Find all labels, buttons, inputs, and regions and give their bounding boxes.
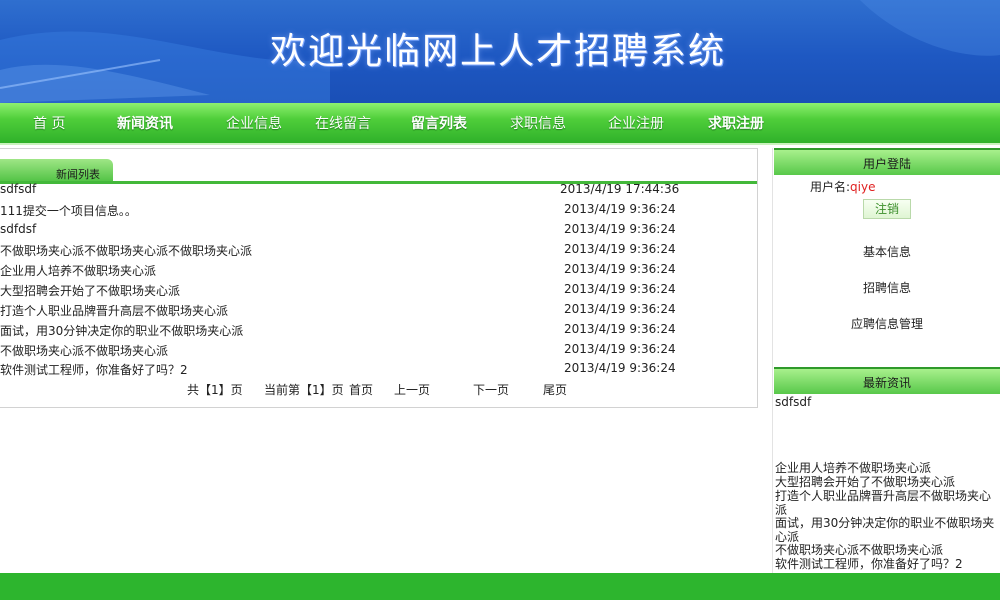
pager-next-link[interactable]: 下一页 xyxy=(473,381,509,398)
latest-news-item[interactable]: 打造个人职业品牌晋升高层不做职场夹心派 xyxy=(775,489,997,517)
main-nav: 首 页 新闻资讯 企业信息 在线留言 留言列表 求职信息 企业注册 求职注册 xyxy=(0,103,1000,145)
news-title[interactable]: 打造个人职业品牌晋升高层不做职场夹心派 xyxy=(0,302,228,319)
site-title: 欢迎光临网上人才招聘系统 xyxy=(270,31,727,72)
sidebar-divider xyxy=(772,148,773,573)
nav-company-register[interactable]: 企业注册 xyxy=(608,113,664,133)
news-row: 软件测试工程师，你准备好了吗？2 2013/4/19 9:36:24 xyxy=(0,361,757,381)
username-value: qiye xyxy=(850,180,876,194)
news-row: sdfsdf 2013/4/19 17:44:36 xyxy=(0,182,757,202)
pager-current: 当前第【1】页 xyxy=(264,383,344,397)
news-tab-bar: 新闻列表 xyxy=(0,159,757,184)
latest-news-header: 最新资讯 xyxy=(774,367,1000,394)
news-title[interactable]: 企业用人培养不做职场夹心派 xyxy=(0,262,156,279)
username-label: 用户名: xyxy=(810,180,851,194)
news-time: 2013/4/19 9:36:24 xyxy=(564,302,676,316)
news-title[interactable]: sdfsdf xyxy=(0,182,36,196)
news-title[interactable]: 111提交一个项目信息。。 xyxy=(0,202,137,219)
latest-news-header-label: 最新资讯 xyxy=(862,376,911,390)
news-title[interactable]: sdfdsf xyxy=(0,222,36,236)
sidebar-link-application-manage[interactable]: 应聘信息管理 xyxy=(774,315,1000,332)
news-row: 面试，用30分钟决定你的职业不做职场夹心派 2013/4/19 9:36:24 xyxy=(0,322,757,342)
login-header-label: 用户登陆 xyxy=(862,157,911,171)
news-time: 2013/4/19 9:36:24 xyxy=(564,282,676,296)
latest-news-item[interactable]: 企业用人培养不做职场夹心派 xyxy=(775,461,997,476)
news-title[interactable]: 面试，用30分钟决定你的职业不做职场夹心派 xyxy=(0,322,243,339)
news-row: 大型招聘会开始了不做职场夹心派 2013/4/19 9:36:24 xyxy=(0,282,757,302)
news-time: 2013/4/19 9:36:24 xyxy=(564,222,676,236)
news-row: 打造个人职业品牌晋升高层不做职场夹心派 2013/4/19 9:36:24 xyxy=(0,302,757,322)
pager-last-link[interactable]: 尾页 xyxy=(543,381,567,398)
latest-news-item[interactable]: 软件测试工程师，你准备好了吗？2 xyxy=(775,557,997,572)
nav-job-seeking[interactable]: 求职信息 xyxy=(510,113,566,133)
news-panel: 新闻列表 sdfsdf 2013/4/19 17:44:36 111提交一个项目… xyxy=(0,148,758,408)
footer-bar xyxy=(0,573,1000,600)
tab-news-list-label: 新闻列表 xyxy=(56,168,100,181)
nav-leave-message[interactable]: 在线留言 xyxy=(315,113,371,133)
news-time: 2013/4/19 9:36:24 xyxy=(564,361,676,375)
pager-prev-link[interactable]: 上一页 xyxy=(394,381,430,398)
nav-home[interactable]: 首 页 xyxy=(33,113,65,133)
news-row: 不做职场夹心派不做职场夹心派不做职场夹心派 2013/4/19 9:36:24 xyxy=(0,242,757,262)
news-time: 2013/4/19 17:44:36 xyxy=(560,182,680,196)
news-row: sdfdsf 2013/4/19 9:36:24 xyxy=(0,222,757,242)
login-header: 用户登陆 xyxy=(774,148,1000,175)
tab-news-list[interactable]: 新闻列表 xyxy=(0,159,113,181)
news-time: 2013/4/19 9:36:24 xyxy=(564,342,676,356)
username-row: 用户名:qiye xyxy=(810,178,875,195)
news-title[interactable]: 不做职场夹心派不做职场夹心派 xyxy=(0,342,168,359)
news-time: 2013/4/19 9:36:24 xyxy=(564,202,676,216)
news-title[interactable]: 大型招聘会开始了不做职场夹心派 xyxy=(0,282,180,299)
logout-button[interactable]: 注销 xyxy=(863,199,911,219)
nav-news[interactable]: 新闻资讯 xyxy=(117,113,173,133)
latest-news-item[interactable]: sdfsdf xyxy=(775,395,975,410)
latest-news-item[interactable]: 大型招聘会开始了不做职场夹心派 xyxy=(775,475,997,490)
nav-seeker-register[interactable]: 求职注册 xyxy=(708,113,764,133)
news-time: 2013/4/19 9:36:24 xyxy=(564,262,676,276)
news-time: 2013/4/19 9:36:24 xyxy=(564,322,676,336)
news-row: 111提交一个项目信息。。 2013/4/19 9:36:24 xyxy=(0,202,757,222)
news-row: 企业用人培养不做职场夹心派 2013/4/19 9:36:24 xyxy=(0,262,757,282)
sidebar-link-basic-info[interactable]: 基本信息 xyxy=(774,243,1000,260)
news-title[interactable]: 不做职场夹心派不做职场夹心派不做职场夹心派 xyxy=(0,242,252,259)
latest-news-item[interactable]: 面试，用30分钟决定你的职业不做职场夹心派 xyxy=(775,516,997,544)
nav-company-info[interactable]: 企业信息 xyxy=(226,113,282,133)
news-time: 2013/4/19 9:36:24 xyxy=(564,242,676,256)
pager-total: 共【1】页 xyxy=(187,383,243,397)
latest-news-item[interactable]: 不做职场夹心派不做职场夹心派 xyxy=(775,543,997,558)
sidebar-link-recruit-info[interactable]: 招聘信息 xyxy=(774,279,1000,296)
pager-first-link[interactable]: 首页 xyxy=(349,381,373,398)
nav-message-list[interactable]: 留言列表 xyxy=(411,113,467,133)
news-row: 不做职场夹心派不做职场夹心派 2013/4/19 9:36:24 xyxy=(0,342,757,362)
news-title[interactable]: 软件测试工程师，你准备好了吗？2 xyxy=(0,361,188,378)
header-banner: 欢迎光临网上人才招聘系统 xyxy=(0,0,1000,103)
